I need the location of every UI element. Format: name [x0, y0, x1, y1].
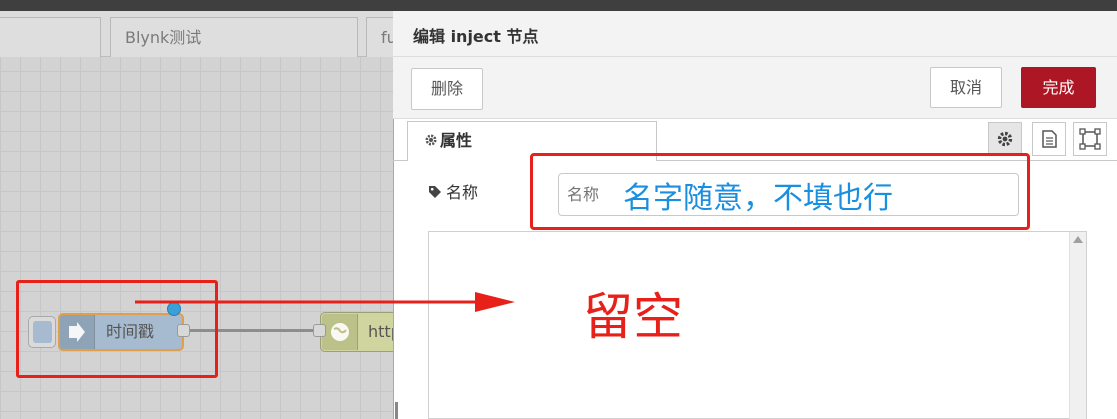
tray-resize-handle[interactable]	[395, 402, 398, 419]
tag-icon	[428, 181, 446, 205]
tray-title: 编辑 inject 节点	[413, 27, 539, 46]
editor-scrollbar[interactable]	[1069, 232, 1086, 419]
http-input-port[interactable]	[313, 324, 326, 337]
http-node-label: http	[368, 322, 393, 341]
name-label-text: 名称	[446, 183, 479, 202]
document-icon[interactable]	[1032, 122, 1066, 156]
top-bar	[0, 0, 1117, 11]
globe-icon	[322, 314, 358, 350]
cancel-button[interactable]: 取消	[930, 67, 1002, 108]
gear-icon	[424, 122, 440, 160]
annotation-arrow	[135, 292, 515, 312]
tray-toolbar	[393, 57, 1117, 119]
workspace-tab[interactable]	[0, 17, 101, 57]
code-editor[interactable]	[428, 231, 1087, 419]
workspace-tab-blynk[interactable]: Blynk测试	[110, 17, 358, 57]
frame-icon[interactable]	[1073, 122, 1107, 156]
annotation-empty-hint: 留空	[583, 288, 683, 346]
workspace-tab-strip: Blynk测试 fu	[0, 11, 406, 57]
delete-button[interactable]: 删除	[411, 68, 483, 110]
annotation-name-hint: 名字随意，不填也行	[623, 181, 893, 216]
gear-icon[interactable]	[988, 122, 1022, 156]
scroll-up-icon[interactable]	[1073, 236, 1083, 243]
name-field-label: 名称	[428, 181, 478, 205]
done-button[interactable]: 完成	[1021, 67, 1096, 108]
tab-properties-label: 属性	[440, 131, 473, 150]
